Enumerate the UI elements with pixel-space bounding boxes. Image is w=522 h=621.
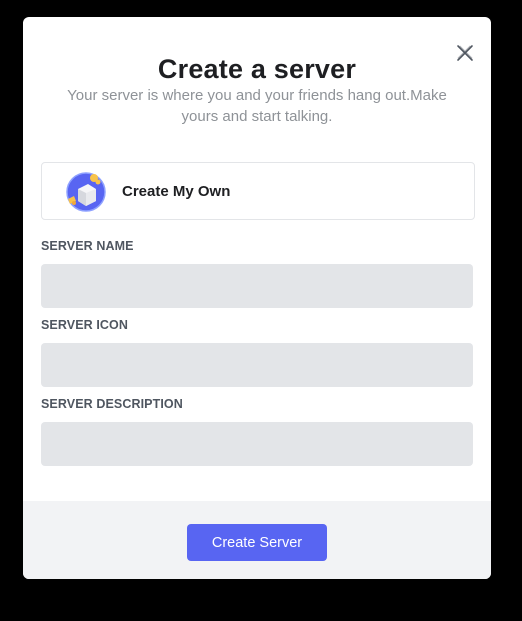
create-server-button[interactable]: Create Server: [187, 524, 327, 561]
modal-title: Create a server: [157, 54, 357, 84]
server-name-input[interactable]: [41, 264, 473, 308]
modal-footer: Create Server: [23, 501, 491, 579]
server-description-label: SERVER DESCRIPTION: [41, 397, 183, 411]
create-server-icon: [66, 172, 106, 212]
server-name-label: SERVER NAME: [41, 239, 134, 253]
create-server-modal: Create a server Your server is where you…: [23, 17, 491, 579]
create-my-own-option[interactable]: Create My Own: [41, 162, 475, 220]
server-icon-input[interactable]: [41, 343, 473, 387]
close-icon[interactable]: [453, 41, 477, 65]
server-icon-label: SERVER ICON: [41, 318, 129, 332]
modal-subtitle: Your server is where you and your friend…: [67, 87, 447, 125]
create-my-own-label: Create My Own: [122, 182, 231, 200]
server-description-input[interactable]: [41, 422, 473, 466]
